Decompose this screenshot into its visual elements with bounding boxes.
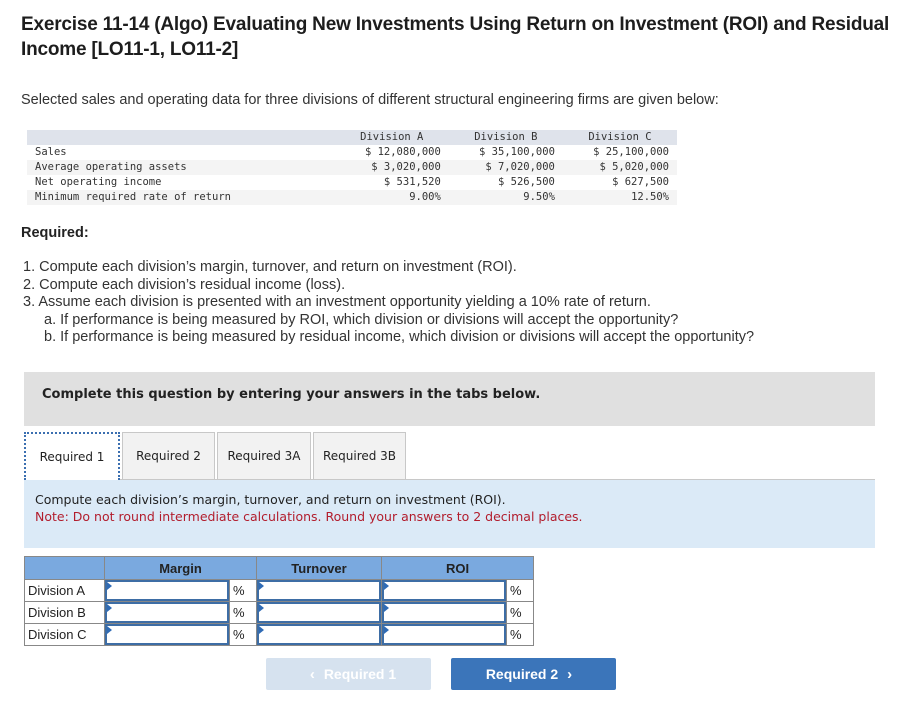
row-label: Division A: [24, 579, 105, 602]
row-label: Division C: [24, 623, 105, 646]
required-heading: Required:: [21, 225, 89, 241]
answer-header-roi: ROI: [381, 556, 534, 580]
roi-input-division-b[interactable]: [382, 602, 506, 623]
required-item-3a: a. If performance is being measured by R…: [44, 311, 679, 328]
answer-header-turnover: Turnover: [256, 556, 382, 580]
chevron-left-icon: ‹: [309, 665, 315, 683]
cell-value: $ 5,020,000: [562, 160, 677, 175]
table-row: Net operating income $ 531,520 $ 526,500…: [27, 175, 677, 190]
percent-unit: %: [229, 579, 257, 602]
margin-input-division-a[interactable]: [105, 580, 229, 601]
cell-value: $ 12,080,000: [334, 145, 449, 160]
table-row: Division C % %: [24, 623, 534, 646]
tab-required-1[interactable]: Required 1: [24, 432, 120, 480]
instruction-text: Complete this question by entering your …: [42, 387, 541, 402]
percent-unit: %: [506, 579, 534, 602]
roi-input-division-a[interactable]: [382, 580, 506, 601]
prev-required-button[interactable]: ‹ Required 1: [266, 658, 431, 690]
answer-header-blank: [24, 556, 105, 580]
turnover-input-cell: [256, 623, 382, 646]
cell-value: 9.00%: [334, 190, 449, 205]
required-item-1: 1. Compute each division’s margin, turno…: [23, 259, 517, 275]
cell-value: $ 3,020,000: [334, 160, 449, 175]
turnover-input-division-b[interactable]: [257, 602, 381, 623]
tab-panel-instructions: Compute each division’s margin, turnover…: [24, 480, 875, 548]
percent-unit: %: [506, 601, 534, 624]
turnover-input-division-a[interactable]: [257, 580, 381, 601]
answer-table: Margin Turnover ROI Division A % % Divis…: [24, 556, 534, 646]
data-header-division-b: Division B: [448, 130, 563, 145]
chevron-right-icon: ›: [567, 665, 573, 683]
tab-bar: Required 1 Required 2 Required 3A Requir…: [24, 432, 408, 480]
table-row: Sales $ 12,080,000 $ 35,100,000 $ 25,100…: [27, 145, 677, 160]
cell-value: $ 627,500: [562, 175, 677, 190]
cell-value: $ 531,520: [334, 175, 449, 190]
cell-value: 9.50%: [448, 190, 563, 205]
tab-required-3b[interactable]: Required 3B: [313, 432, 406, 480]
page-title: Exercise 11-14 (Algo) Evaluating New Inv…: [21, 14, 890, 60]
turnover-input-cell: [256, 601, 382, 624]
turnover-input-cell: [256, 579, 382, 602]
row-label: Net operating income: [27, 175, 335, 190]
roi-input-cell: [381, 601, 507, 624]
required-item-2: 2. Compute each division’s residual inco…: [23, 276, 346, 293]
data-header-division-a: Division A: [334, 130, 449, 145]
data-header-division-c: Division C: [562, 130, 677, 145]
turnover-input-division-c[interactable]: [257, 624, 381, 645]
next-button-label: Required 2: [485, 666, 559, 682]
answer-table-header: Margin Turnover ROI: [24, 556, 534, 580]
percent-unit: %: [229, 623, 257, 646]
cell-value: $ 526,500: [448, 175, 563, 190]
tab-required-3a[interactable]: Required 3A: [217, 432, 311, 480]
roi-input-division-c[interactable]: [382, 624, 506, 645]
required-item-3: 3. Assume each division is presented wit…: [23, 294, 651, 310]
row-label: Minimum required rate of return: [27, 190, 335, 205]
table-row: Division B % %: [24, 601, 534, 624]
intro-text: Selected sales and operating data for th…: [21, 92, 719, 108]
answer-header-margin: Margin: [104, 556, 257, 580]
table-row: Minimum required rate of return 9.00% 9.…: [27, 190, 677, 205]
table-row: Division A % %: [24, 579, 534, 602]
panel-note: Note: Do not round intermediate calculat…: [35, 509, 583, 524]
division-data-table: Division A Division B Division C Sales $…: [27, 130, 677, 205]
margin-input-division-c[interactable]: [105, 624, 229, 645]
percent-unit: %: [229, 601, 257, 624]
required-item-3b: b. If performance is being measured by r…: [44, 329, 755, 345]
instruction-bar: Complete this question by entering your …: [24, 372, 875, 426]
data-header-blank: [27, 130, 335, 145]
row-label: Division B: [24, 601, 105, 624]
required-list: 1. Compute each division’s margin, turno…: [23, 259, 754, 347]
margin-input-cell: [104, 579, 230, 602]
margin-input-division-b[interactable]: [105, 602, 229, 623]
cell-value: $ 7,020,000: [448, 160, 563, 175]
tab-required-2[interactable]: Required 2: [122, 432, 215, 480]
percent-unit: %: [506, 623, 534, 646]
row-label: Average operating assets: [27, 160, 335, 175]
roi-input-cell: [381, 623, 507, 646]
panel-instruction: Compute each division’s margin, turnover…: [35, 492, 506, 507]
roi-input-cell: [381, 579, 507, 602]
cell-value: $ 35,100,000: [448, 145, 563, 160]
margin-input-cell: [104, 623, 230, 646]
cell-value: 12.50%: [562, 190, 677, 205]
cell-value: $ 25,100,000: [562, 145, 677, 160]
next-required-button[interactable]: Required 2 ›: [451, 658, 616, 690]
prev-button-label: Required 1: [323, 666, 397, 682]
table-row: Average operating assets $ 3,020,000 $ 7…: [27, 160, 677, 175]
margin-input-cell: [104, 601, 230, 624]
data-table-header: Division A Division B Division C: [27, 130, 677, 145]
row-label: Sales: [27, 145, 335, 160]
